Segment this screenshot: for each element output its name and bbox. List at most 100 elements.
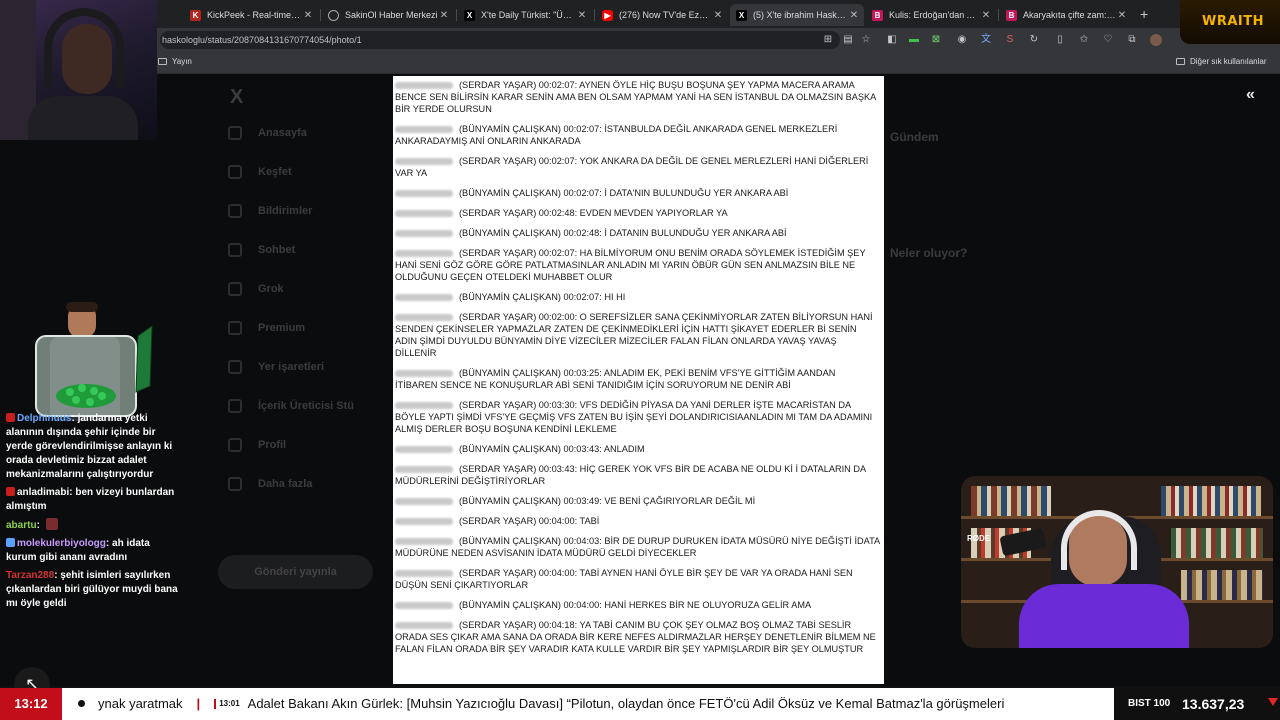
folder-icon (158, 58, 167, 65)
bookmark-other-favorites[interactable]: Diğer sık kullanılanlar (1176, 57, 1266, 66)
subscriber-badge-icon (6, 487, 15, 496)
ticker-separator: | (196, 696, 201, 711)
mail-icon (228, 243, 242, 257)
transcript-entry: (SERDAR YAŞAR) 00:02:07: HA BİLMİYORUM O… (395, 248, 866, 282)
redacted-phone (395, 402, 453, 410)
reader-icon[interactable]: ▤ (842, 34, 854, 46)
extension-s-icon[interactable]: S (1004, 34, 1016, 46)
redacted-phone (395, 446, 453, 454)
chat-username[interactable]: Tarzan288 (6, 570, 54, 581)
avatar[interactable] (1150, 34, 1162, 46)
redacted-phone (395, 602, 453, 610)
close-tab-icon[interactable]: ✕ (576, 10, 588, 21)
nav-bookmarks[interactable]: Yer işaretleri (228, 358, 324, 376)
bookmarks-bar: Yayın Diğer sık kullanılanlar (0, 52, 1280, 74)
nav-home[interactable]: Anasayfa (228, 124, 307, 142)
stock-index-box: BIST 100 13.637,23 (1114, 688, 1280, 720)
nav-explore[interactable]: Keşfet (228, 163, 292, 181)
close-tab-icon[interactable]: ✕ (712, 10, 724, 21)
nav-more[interactable]: Daha fazla (228, 475, 312, 493)
close-tab-icon[interactable]: ✕ (848, 10, 860, 21)
search-icon (228, 165, 242, 179)
wraith-logo: WRAITH (1180, 0, 1280, 44)
star-icon[interactable]: ☆ (860, 34, 872, 46)
translate-icon[interactable]: 文 (980, 34, 992, 46)
transcript-entry: (BÜNYAMİN ÇALIŞKAN) 00:04:00: HANİ HERKE… (395, 599, 880, 611)
tab-youtube-nowtv[interactable]: ▶ (276) Now TV'de Ezgi Gözey... ✕ (596, 4, 728, 26)
index-value: 13.637,23 (1182, 696, 1245, 712)
grok-icon (228, 282, 242, 296)
chat-username[interactable]: molekulerbiyologg (17, 538, 106, 549)
ticker-clock: 13:12 (0, 688, 62, 720)
x-logo-icon: X (736, 9, 747, 21)
redacted-phone (395, 498, 453, 506)
tab-kulis-erdogan[interactable]: B Kulis: Erdoğan'dan AKP'li ve... ✕ (866, 4, 996, 26)
folder-icon (1176, 58, 1185, 65)
redacted-phone (395, 82, 453, 90)
x-logo-icon[interactable]: X (230, 86, 243, 109)
new-tab-button[interactable]: + (1140, 6, 1148, 22)
close-tab-icon[interactable]: ✕ (302, 10, 314, 21)
tab-kickpeek[interactable]: K KickPeek - Real-time URL Ch ✕ (184, 4, 318, 26)
transcript-entry: (SERDAR YAŞAR) 00:03:43: HİÇ GEREK YOK V… (395, 464, 866, 486)
ticker-headline: Adalet Bakanı Akın Gürlek: [Muhsin Yazıc… (247, 696, 1005, 711)
chat-username[interactable]: abartu (6, 520, 37, 531)
nav-notifications[interactable]: Bildirimler (228, 202, 312, 220)
close-tab-icon[interactable]: ✕ (980, 10, 992, 21)
nav-chat[interactable]: Sohbet (228, 241, 295, 259)
transcript-entry: (SERDAR YAŞAR) 00:04:18: YA TABİ CANIM B… (395, 620, 876, 654)
transcript-entry: (BÜNYAMİN ÇALIŞKAN) 00:02:07: İ DATA'NIN… (395, 187, 880, 199)
url-field[interactable]: haskologlu/status/2087084131670774054/ph… (160, 31, 840, 49)
b-news-icon: B (1006, 9, 1017, 21)
chat-message: Delphinuus: jandarma yetki alanının dışı… (6, 413, 173, 480)
close-tab-icon[interactable]: ✕ (1116, 10, 1128, 21)
split-screen-icon[interactable]: ▯ (1054, 34, 1066, 46)
tab-title: (5) X'te ibrahim Haskoloğlu:... (753, 10, 848, 20)
extension-green-icon[interactable]: ▬ (908, 34, 920, 46)
heart-icon[interactable]: ♡ (1102, 34, 1114, 46)
favorites-icon[interactable]: ✩ (1078, 34, 1090, 46)
news-ticker: 13:12 ynak yaratmak | 13:01 Adalet Bakanı A… (0, 688, 1280, 720)
b-news-icon: B (872, 9, 883, 21)
chat-username[interactable]: Delphinuus (17, 413, 71, 424)
redacted-phone (395, 250, 453, 258)
down-arrow-icon (1268, 698, 1278, 706)
post-button[interactable]: Gönderi yayınla (218, 555, 373, 589)
tab-x-haskologlu[interactable]: X (5) X'te ibrahim Haskoloğlu:... ✕ (730, 4, 864, 26)
bookmark-yayin[interactable]: Yayın (158, 57, 192, 66)
transcript-entry: (SERDAR YAŞAR) 00:02:07: AYNEN ÖYLE HİÇ … (395, 80, 876, 114)
nav-grok[interactable]: Grok (228, 280, 284, 298)
collapse-panel-icon[interactable]: « (1246, 86, 1255, 104)
trends-heading: Gündem (890, 130, 939, 144)
transcript-entry: (BÜNYAMİN ÇALIŞKAN) 00:03:43: ANLADIM (395, 443, 880, 455)
extension-grid-icon[interactable]: ⊠ (930, 34, 942, 46)
streamer-webcam (0, 0, 157, 140)
refresh-icon[interactable]: ↻ (1028, 34, 1040, 46)
chat-username[interactable]: anladimabi (17, 487, 69, 498)
close-tab-icon[interactable]: ✕ (438, 10, 450, 21)
transcript-entry: (BÜNYAMİN ÇALIŞKAN) 00:04:03: BİR DE DUR… (395, 536, 880, 558)
emote-icon (45, 518, 58, 530)
collections-icon[interactable]: ⧉ (1126, 34, 1138, 46)
transcript-entry: (SERDAR YAŞAR) 00:04:00: TABİ (395, 515, 880, 527)
chat-message: abartu: (0, 518, 180, 533)
ticker-headlines: ynak yaratmak | 13:01 Adalet Bakanı Akın Gü… (98, 688, 1114, 720)
redacted-phone (395, 294, 453, 302)
install-app-icon[interactable]: ⊞ (822, 34, 834, 46)
subscriber-badge-icon (6, 413, 15, 422)
verified-badge-icon (6, 538, 15, 547)
redacted-phone (395, 370, 453, 378)
nav-premium[interactable]: Premium (228, 319, 305, 337)
tab-title: SakinOl Haber Merkezi (345, 10, 438, 20)
extension-circle-icon[interactable]: ◉ (956, 34, 968, 46)
nav-profile[interactable]: Profil (228, 436, 286, 454)
extension-icon[interactable]: ◧ (886, 34, 898, 46)
transcript-entry: (SERDAR YAŞAR) 00:04:00: TABİ AYNEN HANİ… (395, 568, 853, 590)
tab-x-daily-turkist[interactable]: X X'te Daily Türkist: "Ümit Öz... ✕ (458, 4, 592, 26)
bell-icon (228, 204, 242, 218)
tab-akaryakit[interactable]: B Akaryakıta çifte zam: Benzin... ✕ (1000, 4, 1132, 26)
nav-creator-studio[interactable]: İçerik Üreticisi Stü (228, 397, 354, 415)
tab-sakinol[interactable]: SakinOl Haber Merkezi ✕ (322, 4, 454, 26)
redacted-phone (395, 158, 453, 166)
chat-message: Tarzan288: şehit isimleri sayılırken çık… (6, 570, 178, 609)
